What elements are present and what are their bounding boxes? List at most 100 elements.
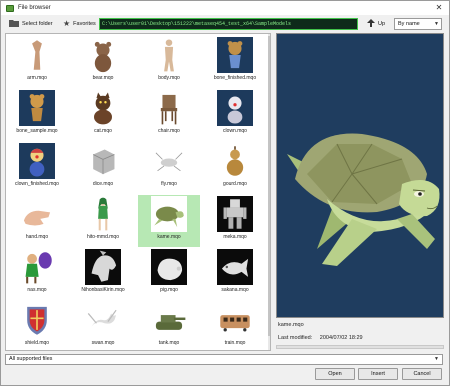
hand-model-icon	[19, 196, 55, 232]
file-type-filter[interactable]: All supported files ▼	[5, 354, 443, 365]
file-item-label: bear.mqo	[92, 75, 114, 81]
star-icon: ★	[63, 19, 71, 28]
path-input[interactable]: C:\Users\user01\Desktop\151222\metaseq45…	[99, 18, 358, 30]
file-item[interactable]: swan.mqo	[72, 301, 134, 350]
favorites-button[interactable]: ★ Favorites	[63, 18, 96, 30]
file-item[interactable]: tank.mqo	[138, 301, 200, 350]
file-item-label: shield.mqo	[24, 340, 50, 346]
train-model-icon	[217, 302, 253, 338]
cat-model-icon	[85, 90, 121, 126]
app-icon	[6, 4, 14, 12]
file-item[interactable]: nas.mqo	[6, 248, 68, 300]
filter-value: All supported files	[9, 356, 53, 362]
body-model-icon	[151, 37, 187, 73]
close-button[interactable]: ✕	[433, 3, 445, 13]
hito-mmd-model-icon	[85, 196, 121, 232]
bone-finished-model-icon	[217, 37, 253, 73]
clown-model-icon	[217, 90, 253, 126]
up-label: Up	[378, 21, 386, 27]
file-item[interactable]: clown.mqo	[204, 89, 266, 141]
file-item-label: sakana.mqo	[221, 287, 249, 293]
file-item-label: bone_finished.mqo	[213, 75, 257, 81]
file-item[interactable]: arm.mqo	[6, 36, 68, 88]
clown-finished-model-icon	[19, 143, 55, 179]
file-item-label: hand.mqo	[25, 234, 49, 240]
file-item-label: pig.mqo	[160, 287, 178, 293]
last-modified-label: Last modified:	[278, 335, 313, 341]
file-browser-window: File browser ✕ Select folder ★ Favorites…	[0, 0, 450, 386]
file-item[interactable]: hand.mqo	[6, 195, 68, 247]
dice-model-icon	[85, 143, 121, 179]
select-folder-label: Select folder	[22, 21, 53, 27]
nas-model-icon	[19, 249, 55, 285]
file-item[interactable]: shield.mqo	[6, 301, 68, 350]
file-item-label: gourd.mqo	[223, 181, 247, 187]
meka-model-icon	[217, 196, 253, 232]
file-item[interactable]: hito-mmd.mqo	[72, 195, 134, 247]
file-item-label: swan.mqo	[91, 340, 115, 346]
open-button[interactable]: Open	[315, 368, 355, 380]
file-item[interactable]: fly.mqo	[138, 142, 200, 194]
bone-sample-model-icon	[19, 90, 55, 126]
file-item[interactable]: body.mqo	[138, 36, 200, 88]
file-item-label: dice.mqo	[92, 181, 114, 187]
up-button[interactable]: Up	[367, 18, 385, 30]
file-item[interactable]: sakana.mqo	[204, 248, 266, 300]
chevron-down-icon: ▼	[434, 356, 439, 362]
sort-value: By name	[398, 21, 420, 27]
last-modified: Last modified: 2004/07/02 18:29	[278, 335, 363, 341]
file-grid: arm.mqo bear.mqo body.mqo bone_finished.mqo…	[5, 33, 271, 351]
file-item[interactable]: NihonbasiKirin.mqo	[72, 248, 134, 300]
file-item-label: arm.mqo	[27, 75, 47, 81]
file-item-label: clown_finished.mqo	[15, 181, 59, 187]
sort-select[interactable]: By name ▼	[394, 18, 442, 30]
file-item-label: body.mqo	[158, 75, 180, 81]
sakana-model-icon	[217, 249, 253, 285]
select-folder-button[interactable]: Select folder	[9, 18, 53, 30]
file-item[interactable]: pig.mqo	[138, 248, 200, 300]
gourd-model-icon	[217, 143, 253, 179]
file-item[interactable]: gourd.mqo	[204, 142, 266, 194]
grid-scrollbar[interactable]	[268, 34, 270, 350]
cancel-button[interactable]: Cancel	[402, 368, 442, 380]
insert-button[interactable]: Insert	[358, 368, 398, 380]
toolbar: Select folder ★ Favorites C:\Users\user0…	[1, 15, 449, 33]
file-item-label: chair.mqo	[158, 128, 180, 134]
file-item[interactable]: dice.mqo	[72, 142, 134, 194]
file-item-label: tank.mqo	[158, 340, 180, 346]
file-item-label: train.mqo	[224, 340, 246, 346]
kirin-model-icon	[85, 249, 121, 285]
file-item[interactable]: bone_sample.mqo	[6, 89, 68, 141]
grid-scrollbar-thumb[interactable]	[268, 36, 270, 336]
file-item[interactable]: train.mqo	[204, 301, 266, 350]
file-item-label: meka.mqo	[223, 234, 247, 240]
file-item[interactable]: kame.mqo	[138, 195, 200, 247]
file-item[interactable]: meka.mqo	[204, 195, 266, 247]
file-item[interactable]: chair.mqo	[138, 89, 200, 141]
swan-model-icon	[85, 302, 121, 338]
tank-model-icon	[151, 302, 187, 338]
file-item-label: bone_sample.mqo	[16, 128, 58, 134]
file-item-label: nas.mqo	[27, 287, 47, 293]
last-modified-value: 2004/07/02 18:29	[319, 335, 363, 341]
file-item[interactable]: cat.mqo	[72, 89, 134, 141]
file-item[interactable]: bone_finished.mqo	[204, 36, 266, 88]
folder-icon	[9, 19, 19, 29]
file-item-label: fly.mqo	[161, 181, 177, 187]
file-item-label: hito-mmd.mqo	[87, 234, 119, 240]
kame-model-icon	[151, 196, 187, 232]
shield-model-icon	[19, 302, 55, 338]
file-item-label: NihonbasiKirin.mqo	[81, 287, 125, 293]
file-item-label: kame.mqo	[157, 234, 181, 240]
turtle-preview-icon	[277, 34, 443, 317]
title-bar: File browser ✕	[1, 1, 449, 15]
arrow-up-icon	[367, 19, 375, 29]
file-item[interactable]: clown_finished.mqo	[6, 142, 68, 194]
file-item-label: clown.mqo	[223, 128, 247, 134]
chair-model-icon	[151, 90, 187, 126]
preview-file-name: kame.mqo	[278, 322, 304, 328]
arm-model-icon	[19, 37, 55, 73]
file-item[interactable]: bear.mqo	[72, 36, 134, 88]
preview-slider[interactable]	[276, 345, 444, 349]
model-preview[interactable]	[276, 33, 444, 318]
